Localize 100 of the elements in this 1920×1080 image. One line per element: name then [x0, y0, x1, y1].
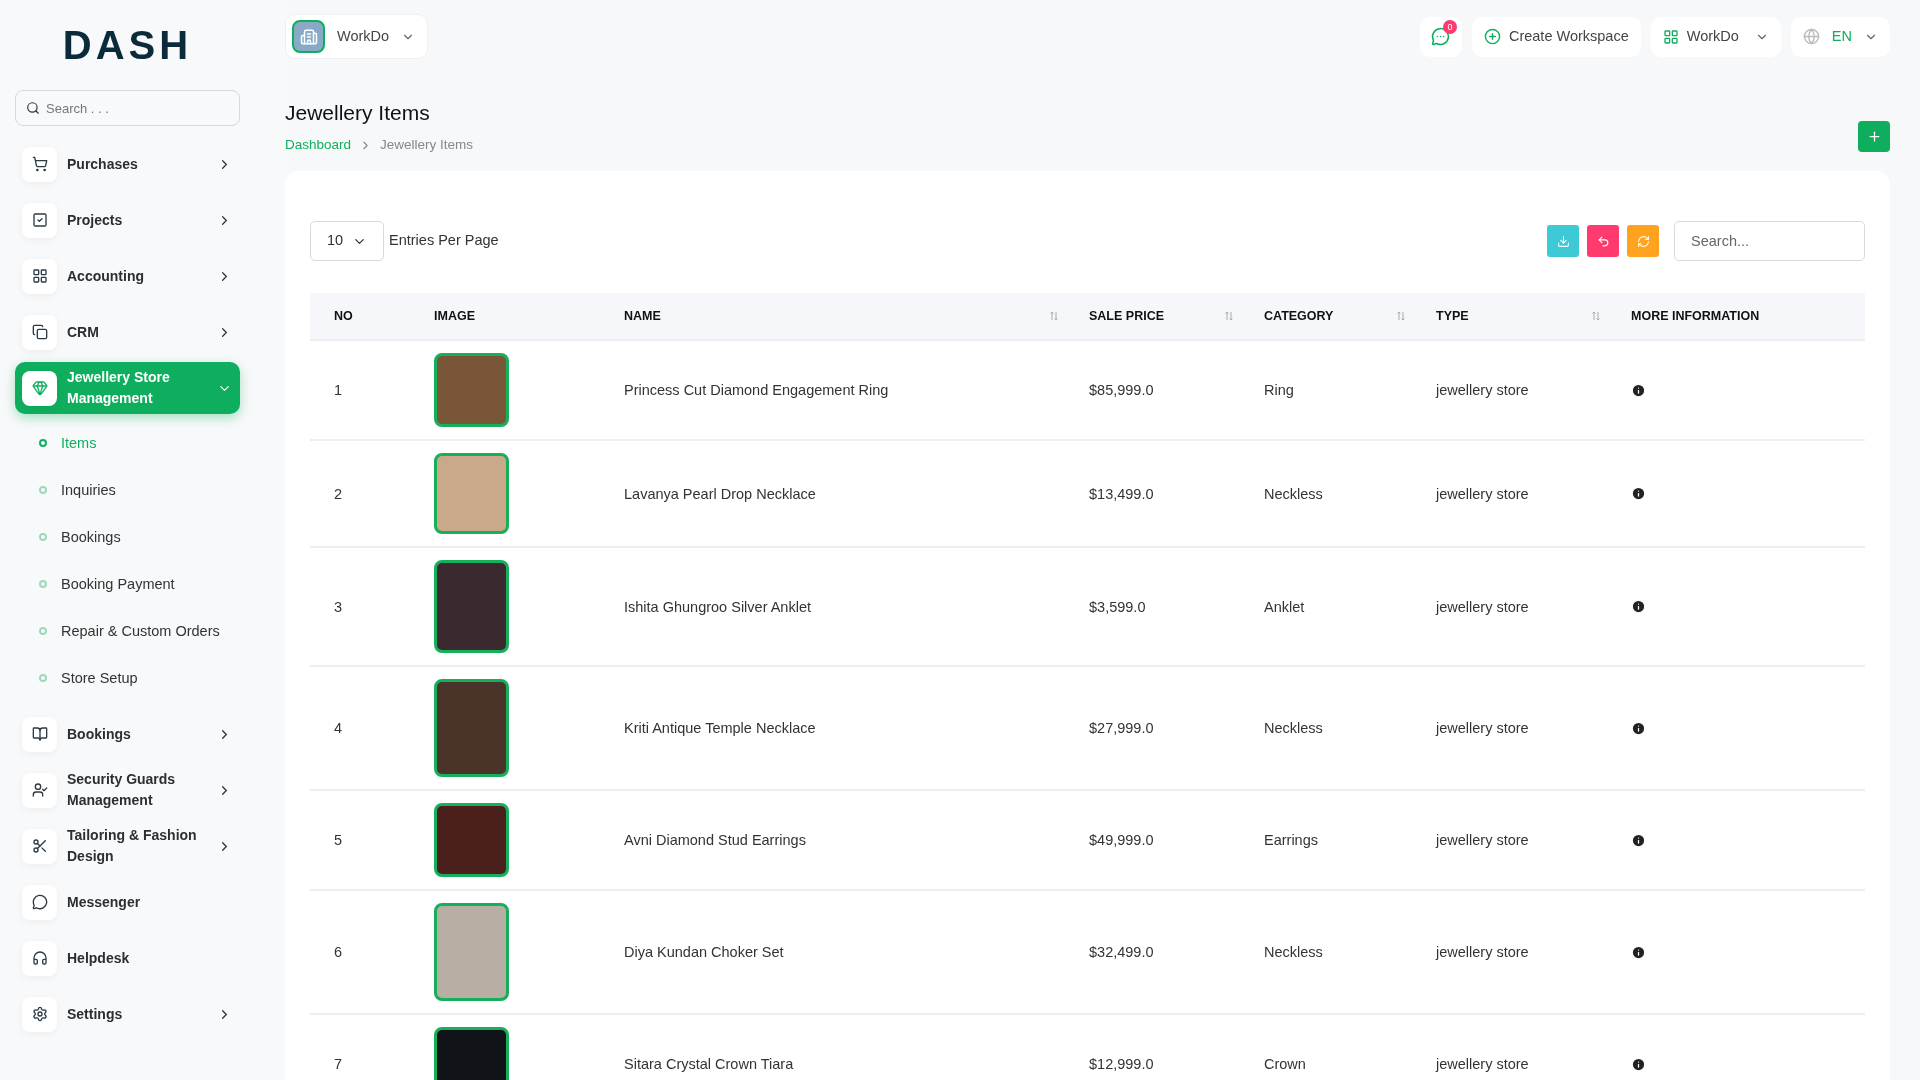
- table-cell: jewellery store: [1436, 720, 1529, 737]
- table-cell: $85,999.0: [1089, 382, 1154, 399]
- sort-icon: [1049, 311, 1059, 322]
- sidebar-item[interactable]: Purchases: [15, 138, 240, 190]
- refresh-icon: [1636, 234, 1650, 248]
- column-header: IMAGE: [434, 307, 475, 325]
- table-cell: jewellery store: [1436, 382, 1529, 399]
- table-cell: 1: [334, 382, 343, 399]
- sort-icon: [1396, 311, 1406, 322]
- table-cell: Neckless: [1264, 720, 1323, 737]
- table-cell: Neckless: [1264, 944, 1323, 961]
- bullet-icon: [39, 533, 47, 541]
- sidebar-item[interactable]: CRM: [15, 306, 240, 358]
- sidebar-item[interactable]: Messenger: [15, 876, 240, 928]
- table-cell: 4: [334, 720, 343, 737]
- sidebar-item[interactable]: Bookings: [15, 708, 240, 760]
- checkbox-icon: [22, 202, 57, 238]
- sort-icon: [1224, 311, 1234, 322]
- sidebar-item[interactable]: Tailoring & Fashion Design: [15, 820, 240, 872]
- table-cell: Avni Diamond Stud Earrings: [624, 832, 806, 849]
- globe-icon: [1802, 28, 1820, 45]
- building-icon: [292, 20, 325, 53]
- cart-icon: [22, 146, 57, 182]
- table-cell: Ishita Ghungroo Silver Anklet: [624, 598, 811, 615]
- grid-icon: [22, 258, 57, 294]
- table-cell: $27,999.0: [1089, 720, 1154, 737]
- table-cell: Sitara Crystal Crown Tiara: [624, 1056, 794, 1073]
- info-icon[interactable]: [1631, 599, 1646, 615]
- scissors-icon: [22, 828, 57, 864]
- submenu-item[interactable]: Repair & Custom Orders: [15, 608, 240, 655]
- undo-button[interactable]: [1587, 225, 1619, 258]
- bullet-icon: [39, 486, 47, 494]
- column-header: MORE INFORMATION: [1631, 307, 1760, 325]
- info-icon[interactable]: [1631, 486, 1646, 502]
- sidebar-item[interactable]: Accounting: [15, 250, 240, 302]
- chat-icon: [22, 884, 57, 920]
- logo: DASH: [62, 25, 193, 65]
- table-cell: 7: [334, 1056, 343, 1073]
- info-icon[interactable]: [1631, 382, 1646, 398]
- table-cell: $12,999.0: [1089, 1056, 1154, 1073]
- bullet-icon: [39, 439, 47, 447]
- add-button[interactable]: [1858, 121, 1890, 152]
- submenu-item[interactable]: Bookings: [15, 514, 240, 561]
- column-header: NO: [334, 307, 353, 325]
- entries-select[interactable]: 10: [310, 221, 384, 262]
- submenu-item[interactable]: Booking Payment: [15, 561, 240, 608]
- table-cell: 6: [334, 944, 343, 961]
- table-cell: jewellery store: [1436, 485, 1529, 502]
- table-cell: $3,599.0: [1089, 598, 1146, 615]
- sidebar-search-field[interactable]: Search . . .: [15, 90, 240, 126]
- page-title: Jewellery Items: [285, 100, 431, 126]
- plus-circle-icon: [1483, 28, 1501, 45]
- info-icon[interactable]: [1631, 944, 1646, 960]
- sidebar-item[interactable]: Security Guards Management: [15, 764, 240, 816]
- table-cell: $13,499.0: [1089, 485, 1154, 502]
- table-cell: Crown: [1264, 1056, 1306, 1073]
- entries-label: Entries Per Page: [389, 231, 499, 251]
- download-icon: [1556, 234, 1570, 248]
- table-cell: $49,999.0: [1089, 832, 1154, 849]
- info-icon[interactable]: [1631, 720, 1646, 736]
- copy-icon: [22, 314, 57, 350]
- info-icon[interactable]: [1631, 832, 1646, 848]
- settings-icon: [22, 996, 57, 1032]
- column-header: CATEGORY: [1264, 307, 1334, 325]
- submenu-item[interactable]: Inquiries: [15, 467, 240, 514]
- table-cell: 5: [334, 832, 343, 849]
- workspace-switcher[interactable]: WorkDo: [285, 14, 429, 59]
- plus-icon: [1866, 129, 1882, 144]
- sidebar-item[interactable]: Helpdesk: [15, 932, 240, 984]
- table-cell: $32,499.0: [1089, 944, 1154, 961]
- headphones-icon: [22, 940, 57, 976]
- table-cell: 3: [334, 598, 343, 615]
- bullet-icon: [39, 580, 47, 588]
- submenu-item[interactable]: Store Setup: [15, 655, 240, 702]
- table-cell: Princess Cut Diamond Engagement Ring: [624, 382, 889, 399]
- table-cell: jewellery store: [1436, 1056, 1529, 1073]
- info-icon[interactable]: [1631, 1056, 1646, 1072]
- breadcrumb-current: Jewellery Items: [380, 136, 474, 154]
- book-icon: [22, 716, 57, 752]
- bullet-icon: [39, 627, 47, 635]
- table-cell: jewellery store: [1436, 832, 1529, 849]
- create-workspace-button[interactable]: Create Workspace: [1471, 16, 1641, 57]
- user-check-icon: [22, 772, 57, 808]
- table-cell: Ring: [1264, 382, 1294, 399]
- sidebar-item[interactable]: Projects: [15, 194, 240, 246]
- table-search-field[interactable]: Search...: [1674, 221, 1865, 262]
- column-header: TYPE: [1436, 307, 1469, 325]
- column-header: NAME: [624, 307, 661, 325]
- sort-icon: [1591, 311, 1601, 322]
- sidebar-item[interactable]: Settings: [15, 988, 240, 1040]
- table-cell: jewellery store: [1436, 944, 1529, 961]
- undo-icon: [1596, 234, 1610, 248]
- table-cell: Earrings: [1264, 832, 1318, 849]
- table-cell: Diya Kundan Choker Set: [624, 944, 784, 961]
- gem-icon: [22, 370, 57, 406]
- table-cell: Lavanya Pearl Drop Necklace: [624, 485, 816, 502]
- bullet-icon: [39, 674, 47, 682]
- column-header: SALE PRICE: [1089, 307, 1164, 325]
- workspace-menu-button[interactable]: WorkDo: [1650, 16, 1781, 57]
- table-cell: 2: [334, 485, 343, 502]
